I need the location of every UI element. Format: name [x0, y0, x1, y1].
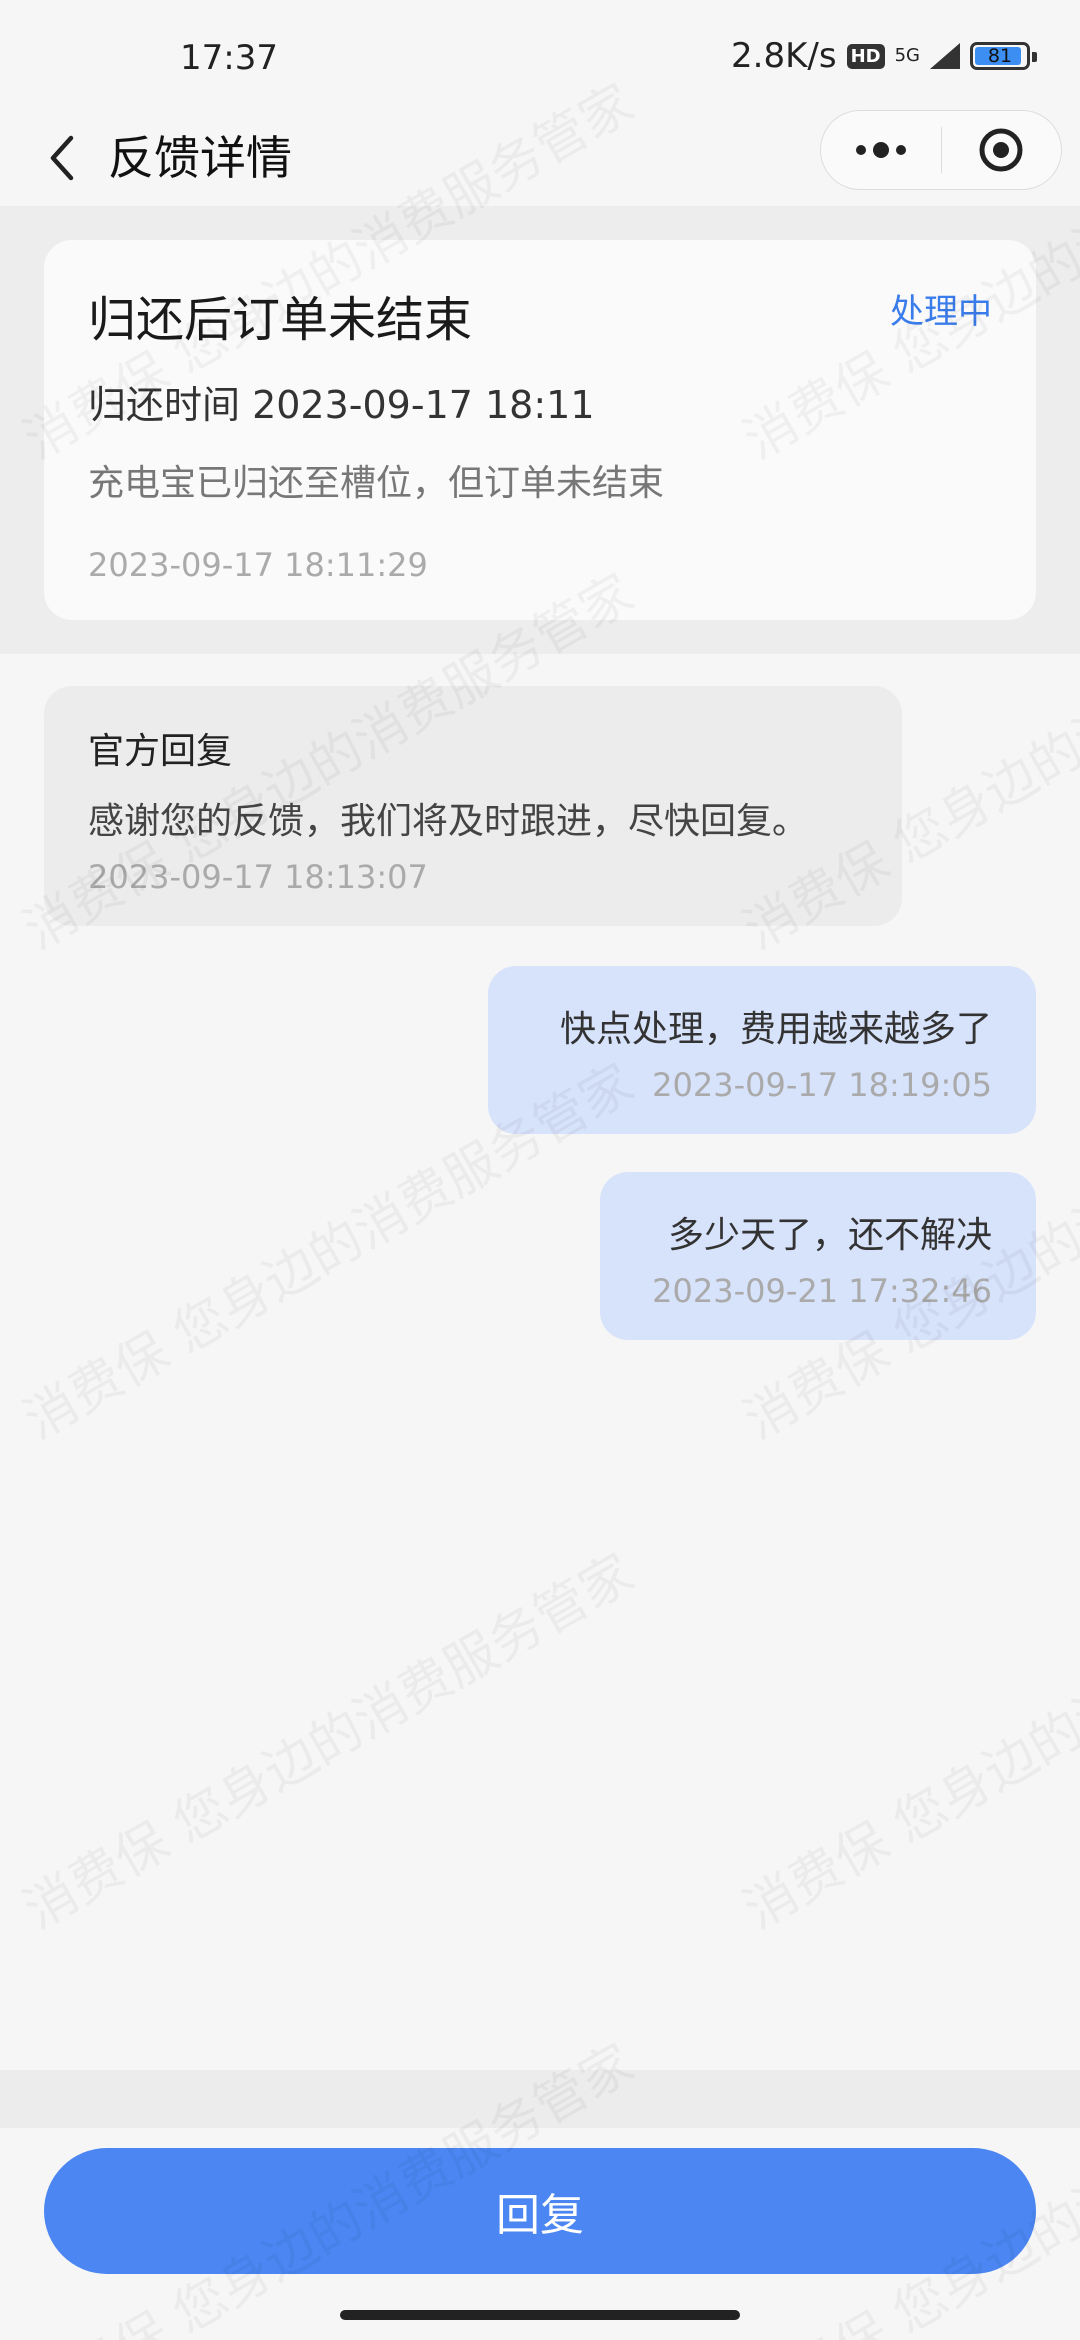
official-reply-time: 2023-09-17 18:13:07 [88, 858, 428, 896]
reply-button[interactable]: 回复 [44, 2148, 1036, 2274]
home-indicator[interactable] [340, 2310, 740, 2320]
hd-icon: HD [846, 43, 885, 69]
feedback-card: 归还后订单未结束 处理中 归还时间 2023-09-17 18:11 充电宝已归… [44, 240, 1036, 620]
target-icon [979, 128, 1023, 172]
user-message-text: 快点处理，费用越来越多了 [559, 1009, 992, 1050]
feedback-description: 充电宝已归还至槽位，但订单未结束 [88, 463, 665, 504]
chevron-left-icon [50, 135, 74, 181]
feedback-created-time: 2023-09-17 18:11:29 [88, 546, 428, 584]
official-reply-text: 感谢您的反馈，我们将及时跟进，尽快回复。 [88, 801, 809, 842]
status-badge: 处理中 [890, 292, 992, 332]
user-message-text: 多少天了，还不解决 [667, 1215, 992, 1256]
status-bar: 17:37 2.8K/s HD 5G 81 [0, 0, 1080, 110]
network-type: 5G [894, 45, 920, 66]
watermark-text: 消费保 您身边的消费服务管家 [728, 1532, 1080, 1943]
bottom-bar: 回复 [0, 2128, 1080, 2340]
more-button[interactable] [821, 111, 941, 189]
bottom-divider [0, 2070, 1080, 2128]
miniprogram-capsule [820, 110, 1062, 190]
user-message-time: 2023-09-17 18:19:05 [652, 1066, 992, 1104]
official-reply-label: 官方回复 [88, 731, 233, 772]
status-time: 17:37 [180, 38, 278, 78]
back-button[interactable] [32, 126, 92, 190]
battery-level: 81 [987, 45, 1013, 67]
nav-bar: 反馈详情 [0, 110, 1080, 206]
user-message-bubble: 快点处理，费用越来越多了 2023-09-17 18:19:05 [488, 966, 1036, 1134]
status-indicators: 2.8K/s HD 5G 81 [731, 36, 1037, 76]
network-speed: 2.8K/s [731, 36, 837, 76]
more-icon [855, 142, 906, 158]
signal-icon [930, 43, 960, 69]
user-message-time: 2023-09-21 17:32:46 [652, 1272, 992, 1310]
return-time: 归还时间 2023-09-17 18:11 [88, 383, 595, 427]
battery-icon: 81 [970, 42, 1037, 70]
feedback-section: 归还后订单未结束 处理中 归还时间 2023-09-17 18:11 充电宝已归… [0, 206, 1080, 654]
user-message-bubble: 多少天了，还不解决 2023-09-21 17:32:46 [600, 1172, 1036, 1340]
page-title: 反馈详情 [108, 131, 292, 185]
watermark-text: 消费保 您身边的消费服务管家 [8, 1532, 645, 1943]
close-miniprogram-button[interactable] [942, 111, 1062, 189]
feedback-title: 归还后订单未结束 [88, 292, 473, 348]
official-reply-bubble: 官方回复 感谢您的反馈，我们将及时跟进，尽快回复。 2023-09-17 18:… [44, 686, 902, 926]
